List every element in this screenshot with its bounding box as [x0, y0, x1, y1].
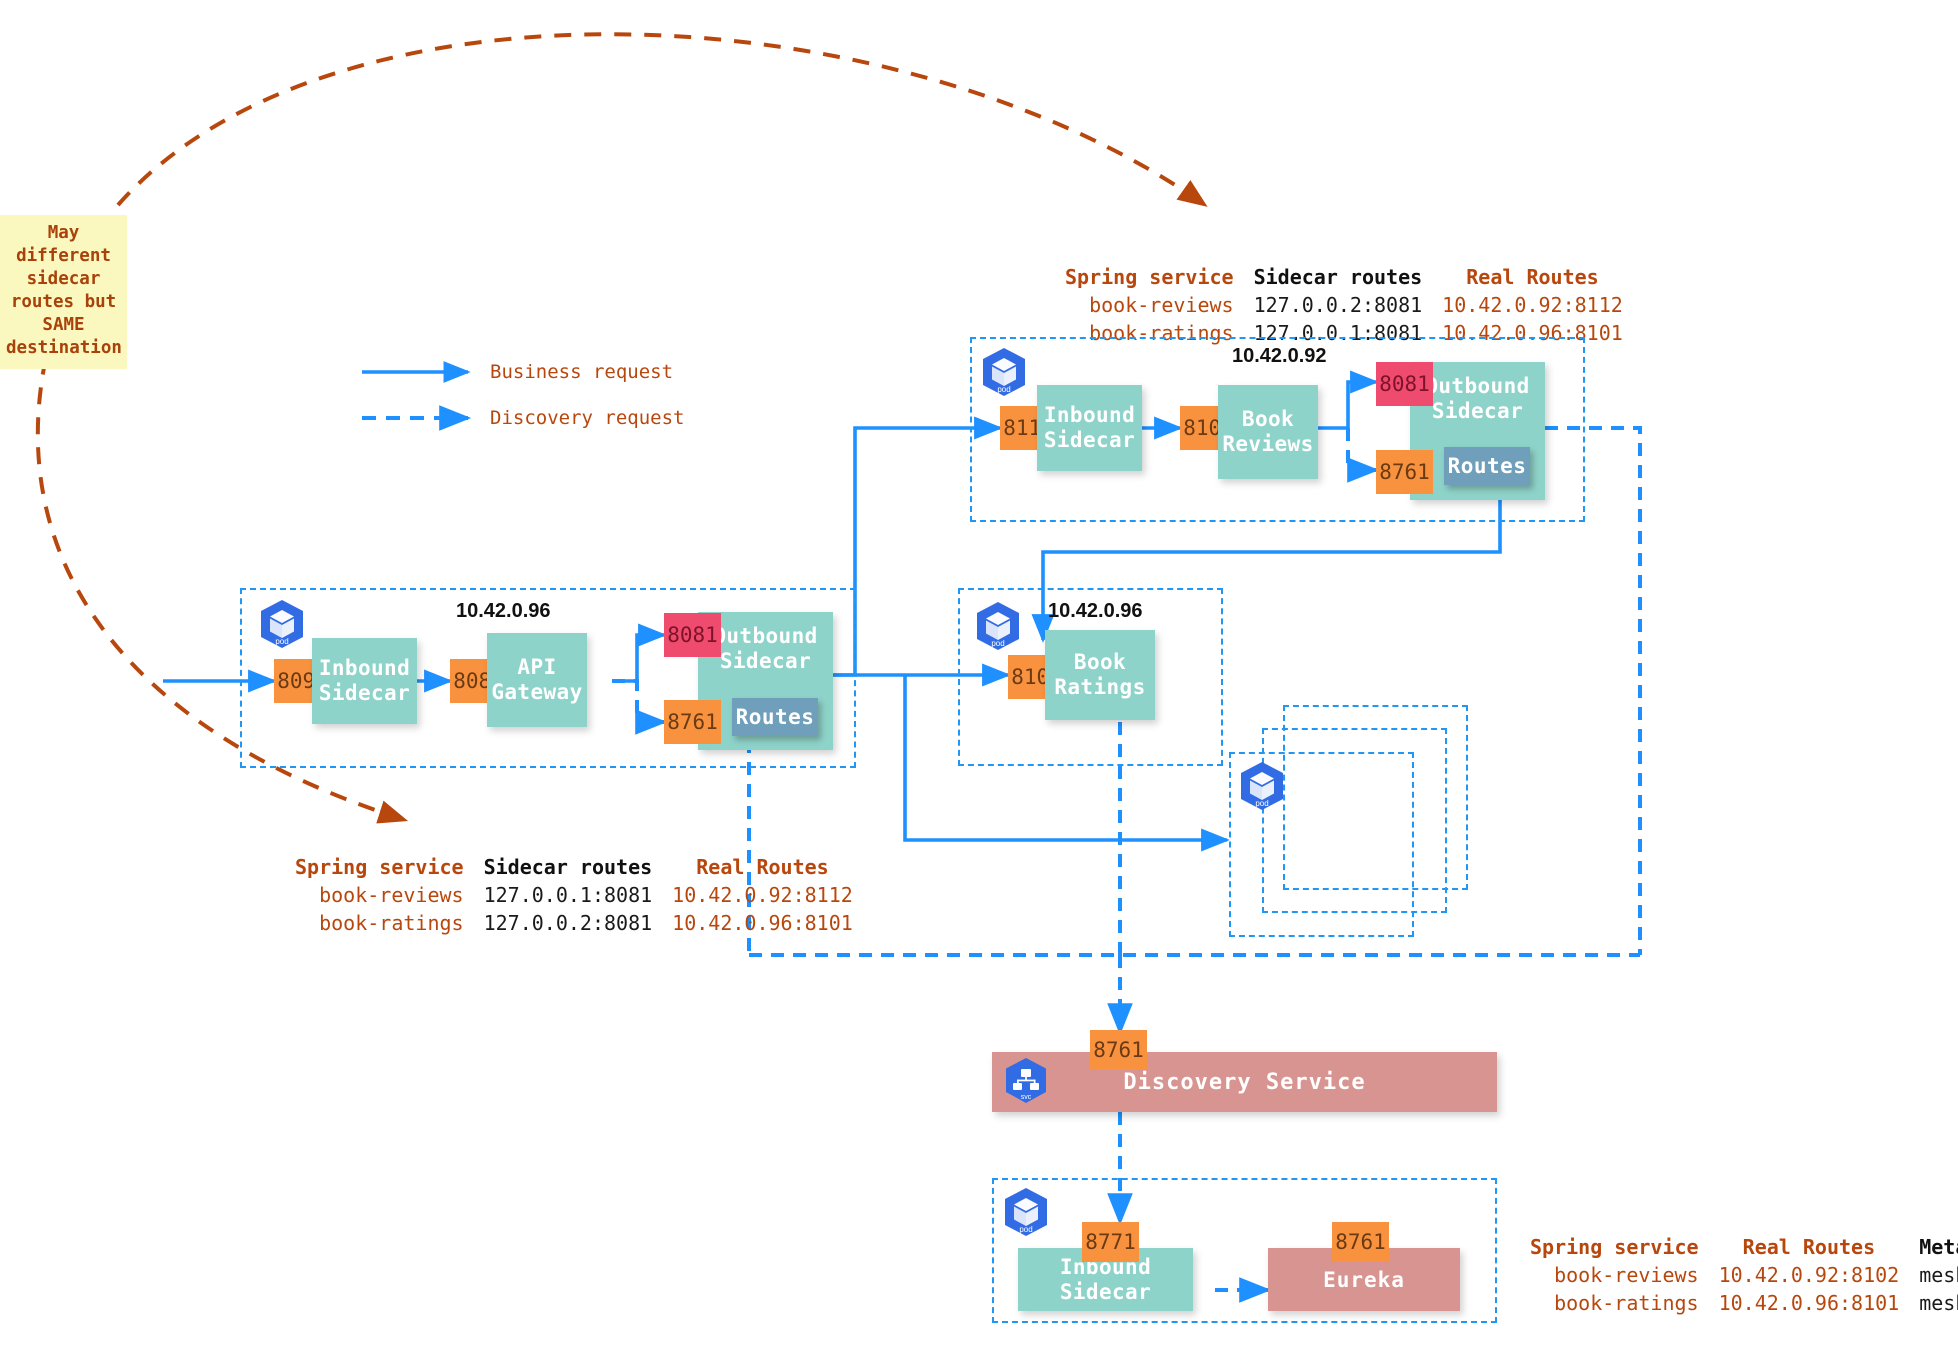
callout-note: May different sidecar routes but SAME de…	[0, 215, 127, 369]
routes-table-gateway: Spring service Sidecar routes Real Route…	[285, 805, 863, 985]
service-book-ratings: Book Ratings	[1045, 630, 1155, 720]
port-badge-8761-discovery: 8761	[1090, 1030, 1147, 1070]
pod-icon: pod	[972, 600, 1024, 660]
pod-ip-book-ratings: 10.42.0.96	[1048, 600, 1143, 622]
port-badge-8081-gateway: 8081	[664, 613, 721, 657]
table-header: Real Routes	[1742, 1235, 1876, 1259]
svg-text:pod: pod	[997, 385, 1010, 394]
table-row: book-reviews 10.42.0.92:8102 mesh=true	[1554, 1263, 1958, 1287]
service-api-gateway: API Gateway	[487, 633, 587, 727]
annotation-arc-top	[116, 32, 1208, 207]
table-row: book-ratings 10.42.0.96:8101 mesh=false	[1554, 1291, 1958, 1315]
pod-icon: pod	[1000, 1186, 1052, 1246]
table-header: Spring service	[295, 855, 464, 879]
service-inbound-sidecar-reviews: Inbound Sidecar	[1037, 385, 1142, 471]
table-row: book-reviews 127.0.0.1:8081 10.42.0.92:8…	[319, 883, 853, 907]
legend-label-business: Business request	[490, 361, 674, 383]
svg-text:pod: pod	[991, 639, 1004, 648]
table-header: Metadata	[1919, 1235, 1958, 1259]
table-row: book-reviews 127.0.0.2:8081 10.42.0.92:8…	[1089, 293, 1623, 317]
table-header: Sidecar routes	[483, 855, 653, 879]
routes-box-gateway[interactable]: Routes	[732, 698, 818, 736]
svc-icon: svc	[1000, 1056, 1052, 1112]
svg-text:pod: pod	[1019, 1225, 1032, 1234]
service-book-reviews: Book Reviews	[1218, 385, 1318, 479]
port-badge-8771: 8771	[1082, 1222, 1139, 1262]
routes-box-reviews[interactable]: Routes	[1444, 447, 1530, 485]
table-header: Sidecar routes	[1253, 265, 1423, 289]
pod-icon: pod	[1236, 760, 1288, 820]
table-row: book-ratings 127.0.0.2:8081 10.42.0.96:8…	[319, 911, 853, 935]
table-header: Real Routes	[696, 855, 829, 879]
svg-text:svc: svc	[1021, 1094, 1032, 1101]
port-badge-8761-reviews: 8761	[1376, 450, 1433, 494]
svg-text:pod: pod	[1255, 799, 1268, 808]
port-badge-8761-gateway: 8761	[664, 700, 721, 744]
legend-label-discovery: Discovery request	[490, 407, 685, 429]
service-discovery-service: Discovery Service	[992, 1052, 1497, 1112]
pod-ip-api-gateway: 10.42.0.96	[456, 600, 551, 622]
table-header: Spring service	[1065, 265, 1234, 289]
pod-icon: pod	[978, 346, 1030, 406]
diagram-canvas: May different sidecar routes but SAME de…	[0, 0, 1958, 1333]
registry-table: Spring service Real Routes Metadata book…	[1520, 1185, 1958, 1365]
table-header: Spring service	[1530, 1235, 1699, 1259]
port-badge-8761-eureka: 8761	[1332, 1222, 1389, 1262]
table-header: Real Routes	[1466, 265, 1599, 289]
port-badge-8081-reviews: 8081	[1376, 362, 1433, 406]
pod-ip-book-reviews: 10.42.0.92	[1232, 345, 1327, 367]
service-inbound-sidecar-gateway: Inbound Sidecar	[312, 638, 417, 724]
svg-text:pod: pod	[275, 637, 288, 646]
pod-icon: pod	[256, 598, 308, 658]
